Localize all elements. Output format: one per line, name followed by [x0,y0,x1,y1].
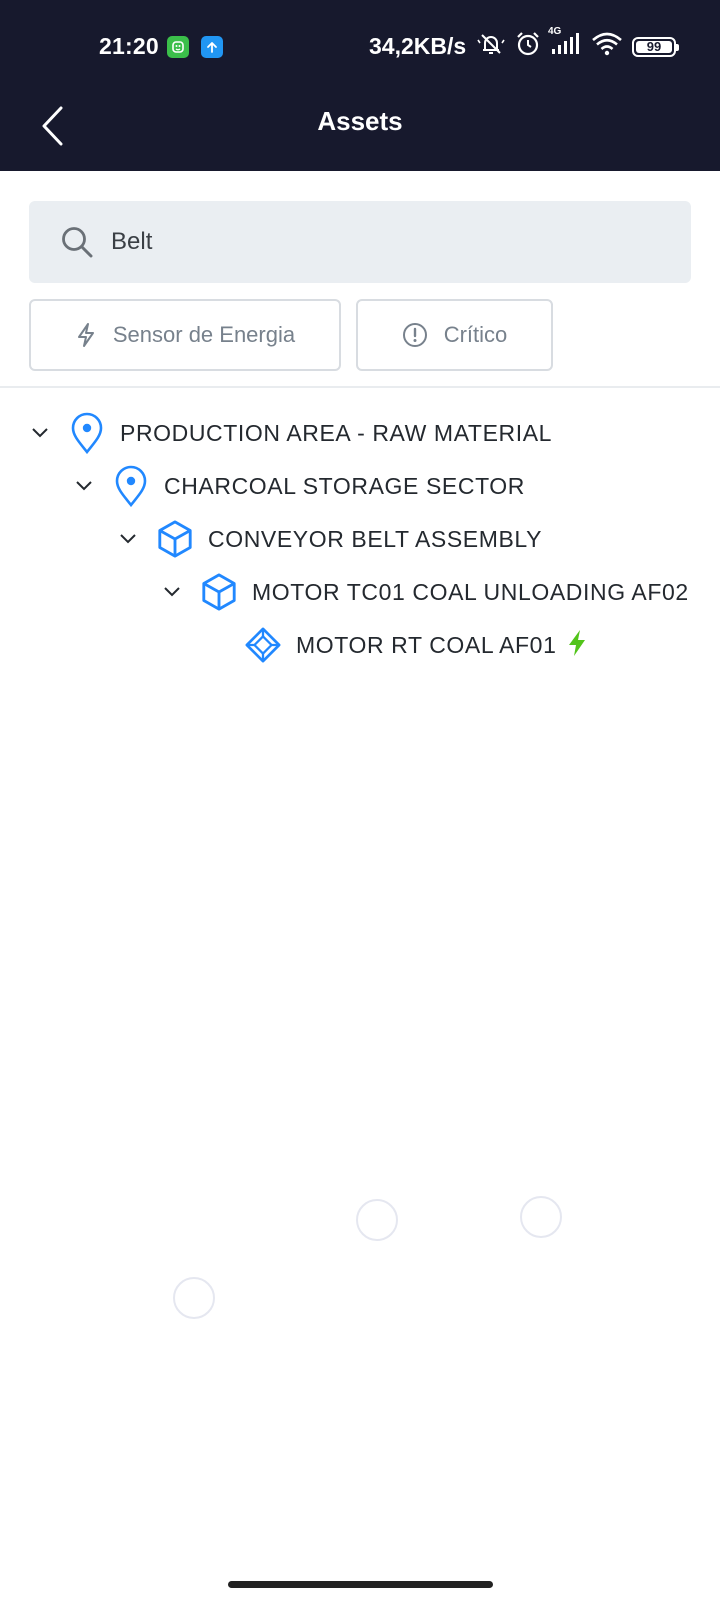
search-icon [62,227,93,258]
filter-critical-label: Crítico [443,322,508,347]
cube-icon [156,518,194,560]
filter-critical-button[interactable]: Crítico [356,299,553,371]
tree-item-label: PRODUCTION AREA - RAW MATERIAL [120,419,553,446]
battery-icon: 99 [632,36,679,57]
bell-muted-icon [476,31,506,62]
divider [0,386,720,388]
loading-indicator [356,1199,398,1241]
network-speed: 34,2KB/s [369,33,467,59]
loading-indicator [520,1196,562,1238]
notification-app-icon [167,36,189,58]
tree-item-label: CONVEYOR BELT ASSEMBLY [208,525,543,552]
tree-item-component[interactable]: MOTOR RT COAL AF01 [202,619,588,671]
energy-bolt-icon [566,629,588,662]
top-bar: 21:20 34,2KB/s 4G 99 Assets [0,0,720,171]
alarm-icon [515,31,541,62]
signal-icon: 4G [548,26,582,61]
loading-indicator [173,1277,215,1319]
search-input[interactable] [111,228,671,256]
upload-icon [201,36,223,58]
filter-energy-sensor-label: Sensor de Energia [112,322,296,347]
location-pin-icon [112,465,150,507]
location-pin-icon [68,412,106,454]
status-time: 21:20 [99,33,159,59]
tree-item-label: CHARCOAL STORAGE SECTOR [164,472,526,499]
page-title: Assets [317,106,403,136]
status-icons: 4G 99 [476,26,679,62]
bolt-outline-icon [77,323,94,347]
alert-circle-icon [402,323,427,347]
chevron-down-icon[interactable] [70,480,98,492]
tree-item-location[interactable]: CHARCOAL STORAGE SECTOR [70,460,525,512]
wifi-icon [591,31,623,62]
filter-energy-sensor-button[interactable]: Sensor de Energia [29,299,341,371]
cube-icon [200,571,238,613]
component-icon [244,624,282,666]
search-bar[interactable] [29,201,691,283]
chevron-down-icon[interactable] [26,427,54,439]
tree-item-asset[interactable]: MOTOR TC01 COAL UNLOADING AF02 [158,566,689,618]
network-type: 4G [548,26,562,37]
battery-level: 99 [646,39,662,54]
app-bar: Assets [0,92,720,171]
chevron-down-icon[interactable] [114,533,142,545]
status-bar: 21:20 34,2KB/s 4G 99 [0,0,720,92]
tree-item-asset[interactable]: CONVEYOR BELT ASSEMBLY [114,513,542,565]
chevron-down-icon[interactable] [158,586,186,598]
tree-item-label: MOTOR RT COAL AF01 [296,631,557,658]
tree-item-location[interactable]: PRODUCTION AREA - RAW MATERIAL [26,407,552,459]
home-indicator[interactable] [228,1581,493,1588]
tree-item-label: MOTOR TC01 COAL UNLOADING AF02 [252,578,689,605]
